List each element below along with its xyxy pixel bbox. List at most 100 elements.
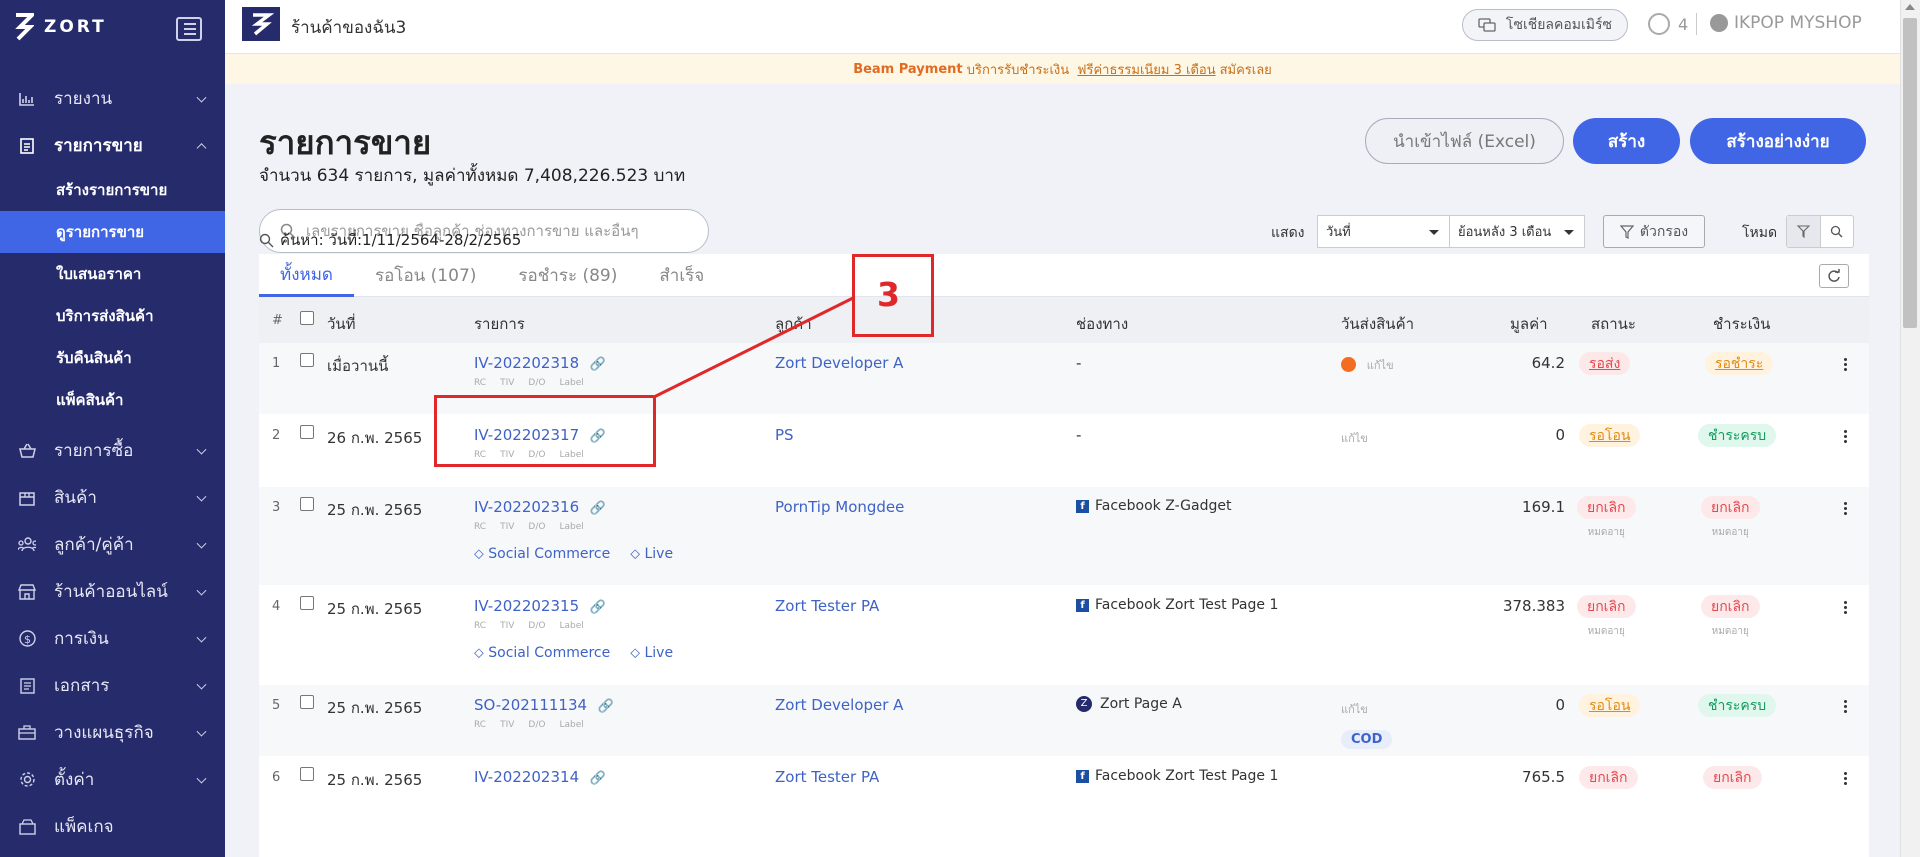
row-checkbox[interactable] bbox=[300, 767, 314, 781]
sidebar-item-planning[interactable]: วางแผนธุรกิจ bbox=[0, 709, 225, 756]
create-button[interactable]: สร้าง bbox=[1573, 118, 1680, 164]
link-icon[interactable]: 🔗 bbox=[590, 501, 606, 516]
tab-pending-payment[interactable]: รอชำระ (89) bbox=[497, 254, 638, 297]
header-value[interactable]: มูลค่า bbox=[1510, 312, 1548, 336]
payment-badge[interactable]: ยกเลิก bbox=[1701, 595, 1760, 618]
payment-badge[interactable]: ชำระครบ bbox=[1698, 694, 1777, 717]
banner-promo-link[interactable]: ฟรีค่าธรรมเนียม 3 เดือน bbox=[1077, 59, 1215, 80]
mode-filter-button[interactable] bbox=[1787, 216, 1821, 247]
row-checkbox[interactable] bbox=[300, 425, 314, 439]
sidebar-sub-packing[interactable]: แพ็คสินค้า bbox=[0, 379, 225, 421]
customer-link[interactable]: Zort Tester PA bbox=[775, 768, 879, 786]
sidebar-item-package[interactable]: แพ็คเกจ bbox=[0, 803, 225, 850]
tab-completed[interactable]: สำเร็จ bbox=[638, 254, 725, 297]
table-row[interactable]: 3 25 ก.พ. 2565 IV-202202316 🔗 RC TIV D/O La… bbox=[259, 487, 1869, 586]
tag-social-commerce[interactable]: ⬦ Social Commerce bbox=[474, 645, 610, 661]
sidebar-sub-shipping[interactable]: บริการส่งสินค้า bbox=[0, 295, 225, 337]
table-row[interactable]: 6 25 ก.พ. 2565 IV-202202314 🔗 Zort Teste… bbox=[259, 757, 1869, 797]
promo-banner[interactable]: Beam Payment บริการรับชำระเงิน ฟรีค่าธรร… bbox=[225, 54, 1900, 84]
tag-social-commerce[interactable]: ⬦ Social Commerce bbox=[474, 546, 610, 562]
header-date[interactable]: วันที่ bbox=[327, 312, 356, 336]
sidebar-item-documents[interactable]: เอกสาร bbox=[0, 662, 225, 709]
row-checkbox[interactable] bbox=[300, 353, 314, 367]
edit-link[interactable]: แก้ไข bbox=[1341, 703, 1368, 716]
status-badge[interactable]: ยกเลิก bbox=[1577, 496, 1636, 519]
sidebar-item-report[interactable]: รายงาน bbox=[0, 75, 225, 122]
customer-link[interactable]: Zort Developer A bbox=[775, 696, 903, 714]
header-item[interactable]: รายการ bbox=[474, 312, 525, 336]
row-checkbox[interactable] bbox=[300, 596, 314, 610]
table-row[interactable]: 4 25 ก.พ. 2565 IV-202202315 🔗 RC TIV D/O La… bbox=[259, 586, 1869, 685]
row-menu-icon[interactable] bbox=[1844, 502, 1847, 515]
payment-badge[interactable]: ยกเลิก bbox=[1701, 496, 1760, 519]
tab-pending-transfer[interactable]: รอโอน (107) bbox=[354, 254, 497, 297]
customer-link[interactable]: Zort Tester PA bbox=[775, 597, 879, 615]
scrollbar-thumb[interactable] bbox=[1903, 18, 1917, 328]
row-menu-icon[interactable] bbox=[1844, 772, 1847, 785]
row-menu-icon[interactable] bbox=[1844, 700, 1847, 713]
header-customer[interactable]: ลูกค้า bbox=[775, 312, 812, 336]
header-channel[interactable]: ช่องทาง bbox=[1076, 312, 1128, 336]
edit-link[interactable]: แก้ไข bbox=[1341, 429, 1368, 447]
customer-link[interactable]: Zort Developer A bbox=[775, 354, 903, 372]
ship-date-cell[interactable]: แก้ไข bbox=[1341, 355, 1394, 374]
row-checkbox[interactable] bbox=[300, 695, 314, 709]
link-icon[interactable]: 🔗 bbox=[590, 771, 606, 786]
sidebar-sub-create-sale[interactable]: สร้างรายการขาย bbox=[0, 169, 225, 211]
sidebar-sub-view-sales[interactable]: ดูรายการขาย bbox=[0, 211, 225, 253]
tag-live[interactable]: ⬦ Live bbox=[630, 645, 673, 661]
customer-link[interactable]: PS bbox=[775, 426, 794, 444]
sidebar-item-products[interactable]: สินค้า bbox=[0, 474, 225, 521]
table-row[interactable]: 5 25 ก.พ. 2565 SO-202111134 🔗 RC TIV D/O La… bbox=[259, 685, 1869, 757]
link-icon[interactable]: 🔗 bbox=[598, 699, 614, 714]
order-link[interactable]: IV-202202316 bbox=[474, 498, 579, 516]
sidebar-item-settings[interactable]: ตั้งค่า bbox=[0, 756, 225, 803]
order-link[interactable]: IV-202202315 bbox=[474, 597, 579, 615]
banner-cta[interactable]: สมัครเลย bbox=[1220, 59, 1272, 80]
header-ship-date[interactable]: วันส่งสินค้า bbox=[1341, 312, 1414, 336]
order-link[interactable]: IV-202202318 bbox=[474, 354, 579, 372]
order-link[interactable]: SO-202111134 bbox=[474, 696, 587, 714]
select-all-checkbox[interactable] bbox=[300, 311, 314, 325]
sidebar-item-online-store[interactable]: ร้านค้าออนไลน์ bbox=[0, 568, 225, 615]
sidebar-item-sales[interactable]: รายการขาย bbox=[0, 122, 225, 169]
store-name[interactable]: ร้านค้าของฉัน3 bbox=[291, 14, 406, 41]
menu-toggle-button[interactable] bbox=[176, 17, 202, 41]
link-icon[interactable]: 🔗 bbox=[590, 600, 606, 615]
payment-badge[interactable]: ยกเลิก bbox=[1703, 766, 1762, 789]
status-badge[interactable]: รอโอน bbox=[1579, 424, 1641, 447]
status-badge[interactable]: รอโอน bbox=[1579, 694, 1641, 717]
easy-create-button[interactable]: สร้างอย่างง่าย bbox=[1690, 118, 1866, 164]
date-field-select[interactable]: วันที่ bbox=[1317, 215, 1450, 248]
status-badge[interactable]: รอส่ง bbox=[1579, 352, 1631, 375]
social-commerce-button[interactable]: โซเชียลคอมเมิร์ซ bbox=[1462, 9, 1628, 41]
filter-button[interactable]: ตัวกรอง bbox=[1603, 215, 1705, 248]
refresh-button[interactable] bbox=[1819, 264, 1849, 288]
sidebar-sub-quotation[interactable]: ใบเสนอราคา bbox=[0, 253, 225, 295]
tab-all[interactable]: ทั้งหมด bbox=[259, 254, 354, 297]
import-excel-button[interactable]: นำเข้าไฟล์ (Excel) bbox=[1365, 118, 1564, 164]
user-menu[interactable]: IKPOP MYSHOP bbox=[1710, 13, 1862, 33]
sidebar-item-customers[interactable]: ลูกค้า/คู่ค้า bbox=[0, 521, 225, 568]
sidebar-sub-returns[interactable]: รับคืนสินค้า bbox=[0, 337, 225, 379]
row-menu-icon[interactable] bbox=[1844, 358, 1847, 371]
payment-badge[interactable]: ชำระครบ bbox=[1698, 424, 1777, 447]
sidebar-item-purchases[interactable]: รายการซื้อ bbox=[0, 427, 225, 474]
customer-link[interactable]: PornTip Mongdee bbox=[775, 498, 904, 516]
link-icon[interactable]: 🔗 bbox=[590, 357, 606, 372]
help-counter[interactable]: 4 bbox=[1648, 13, 1698, 35]
payment-badge[interactable]: รอชำระ bbox=[1705, 352, 1774, 375]
store-logo[interactable] bbox=[242, 7, 280, 41]
tag-live[interactable]: ⬦ Live bbox=[630, 546, 673, 562]
row-menu-icon[interactable] bbox=[1844, 601, 1847, 614]
order-link[interactable]: IV-202202314 bbox=[474, 768, 579, 786]
sidebar-item-finance[interactable]: $ การเงิน bbox=[0, 615, 225, 662]
scrollbar[interactable] bbox=[1900, 0, 1920, 857]
date-range-select[interactable]: ย้อนหลัง 3 เดือน bbox=[1449, 215, 1585, 248]
row-menu-icon[interactable] bbox=[1844, 430, 1847, 443]
edit-link[interactable]: แก้ไข bbox=[1367, 359, 1394, 372]
status-badge[interactable]: ยกเลิก bbox=[1577, 595, 1636, 618]
mode-search-button[interactable] bbox=[1821, 216, 1854, 247]
scroll-up-arrow[interactable] bbox=[1905, 4, 1915, 10]
header-payment[interactable]: ชำระเงิน bbox=[1713, 312, 1770, 336]
